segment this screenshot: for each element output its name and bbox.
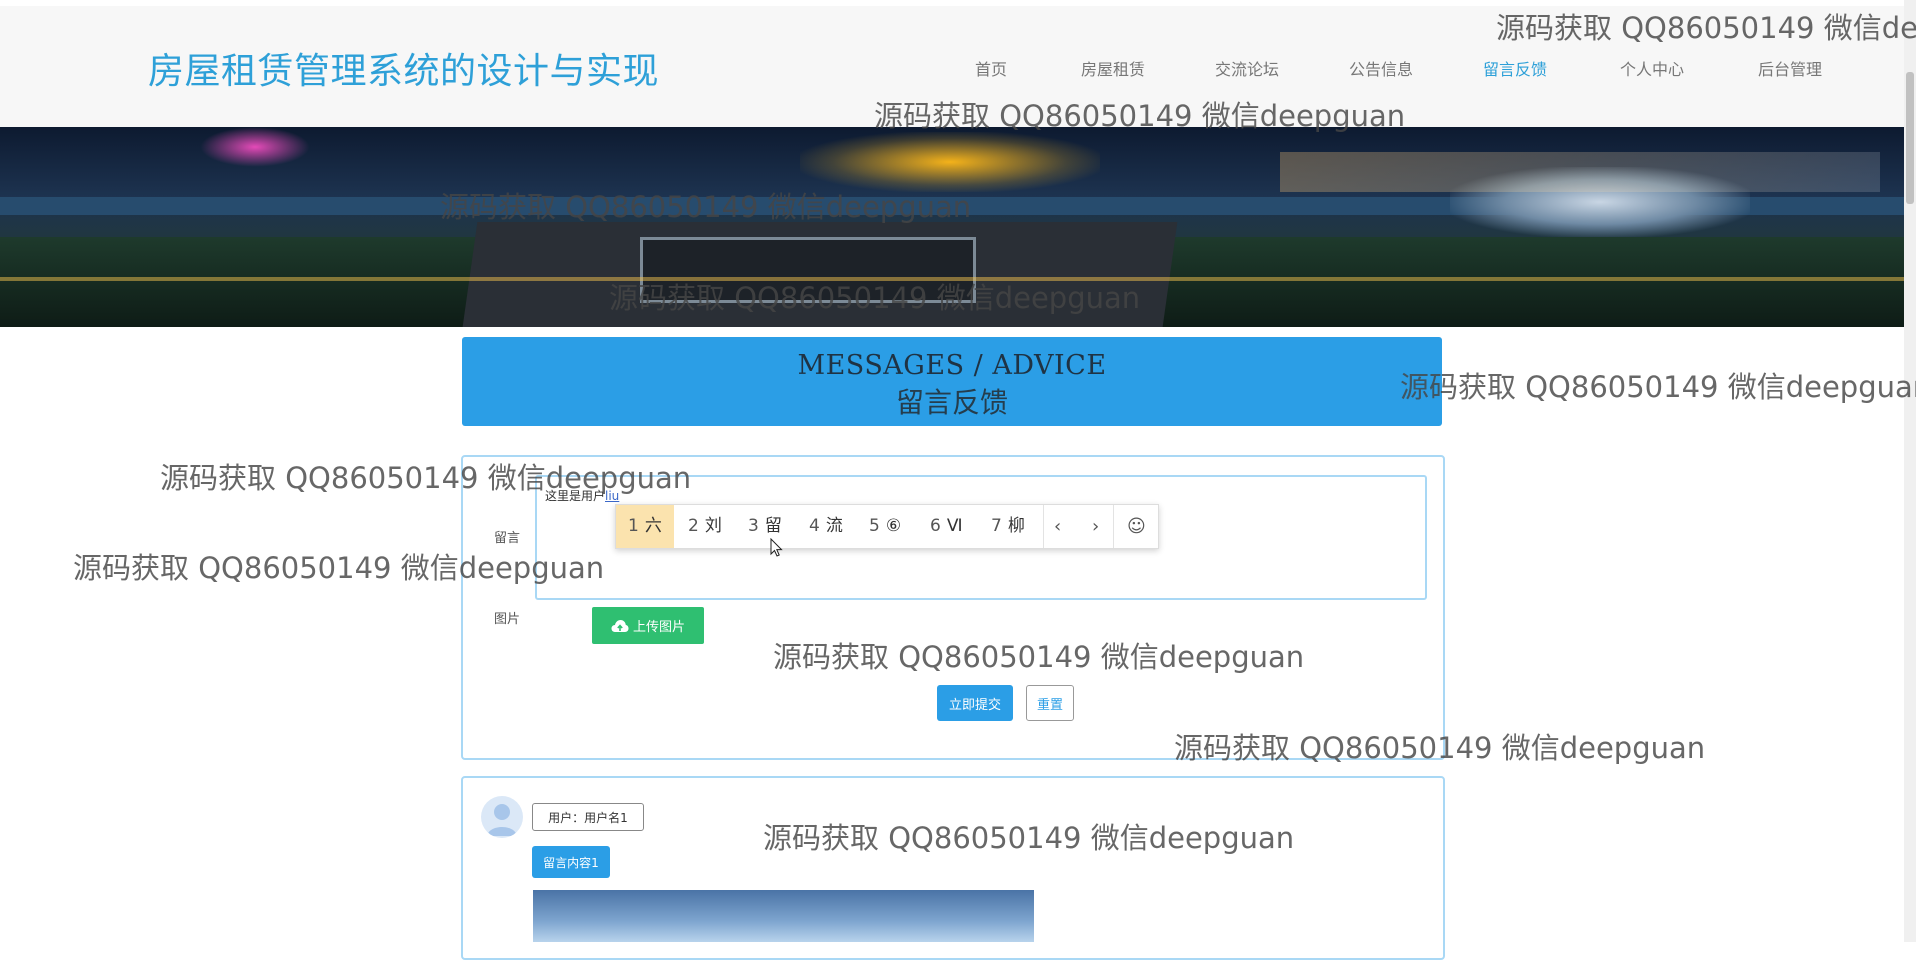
message-content-tag: 留言内容1 (532, 846, 610, 878)
message-composing-text: liu (605, 489, 620, 503)
watermark-text: 源码获取 QQ86050149 微信deepguan (1400, 370, 1916, 404)
section-title-cn: 留言反馈 (895, 386, 1008, 419)
ime-emoji-icon[interactable]: ☺ (1127, 505, 1146, 548)
nav-feedback[interactable]: 留言反馈 (1483, 56, 1547, 80)
mouse-cursor-icon (770, 538, 783, 557)
submit-button[interactable]: 立即提交 (937, 685, 1013, 721)
ime-candidate[interactable]: 1六 (616, 505, 674, 548)
scrollbar-thumb[interactable] (1906, 72, 1914, 204)
upload-image-button[interactable]: 上传图片 (592, 607, 704, 644)
ime-divider (1113, 505, 1114, 548)
user-avatar-icon (487, 804, 517, 836)
ime-candidate-bar: 1六 2刘 3留 4流 5⑥ 6Ⅵ 7柳 ‹ › ☺ (615, 504, 1159, 549)
ime-candidate[interactable]: 7柳 (979, 505, 1037, 548)
ime-prev-icon[interactable]: ‹ (1054, 505, 1061, 548)
nav-announcements[interactable]: 公告信息 (1349, 56, 1413, 80)
section-header: MESSAGES / ADVICE 留言反馈 (462, 337, 1442, 426)
ime-candidate[interactable]: 2刘 (676, 505, 734, 548)
nav-forum[interactable]: 交流论坛 (1215, 56, 1279, 80)
message-prefix: 这里是用户 (545, 489, 606, 503)
ime-divider (1043, 505, 1044, 548)
cloud-upload-icon (611, 619, 629, 632)
message-text: 这里是用户liu (545, 487, 619, 504)
nav-profile[interactable]: 个人中心 (1620, 56, 1684, 80)
message-user-tag: 用户：用户名1 (532, 803, 644, 831)
section-title-en: MESSAGES / ADVICE (797, 350, 1107, 381)
ime-next-icon[interactable]: › (1092, 505, 1099, 548)
nav-admin[interactable]: 后台管理 (1758, 56, 1822, 80)
image-label: 图片 (494, 612, 521, 627)
message-image (533, 890, 1034, 942)
ime-candidate[interactable]: 5⑥ (857, 505, 913, 548)
nav-house-rental[interactable]: 房屋租赁 (1081, 56, 1145, 80)
nav-home[interactable]: 首页 (975, 56, 1007, 80)
upload-button-label: 上传图片 (632, 620, 685, 635)
ime-candidate[interactable]: 4流 (797, 505, 855, 548)
ime-candidate[interactable]: 6Ⅵ (918, 505, 975, 548)
message-label: 留言 (494, 531, 521, 546)
site-title[interactable]: 房屋租赁管理系统的设计与实现 (148, 42, 659, 94)
avatar (481, 796, 523, 838)
reset-button[interactable]: 重置 (1026, 685, 1074, 721)
ime-candidate[interactable]: 3留 (736, 505, 794, 548)
city-banner-image (0, 127, 1904, 327)
